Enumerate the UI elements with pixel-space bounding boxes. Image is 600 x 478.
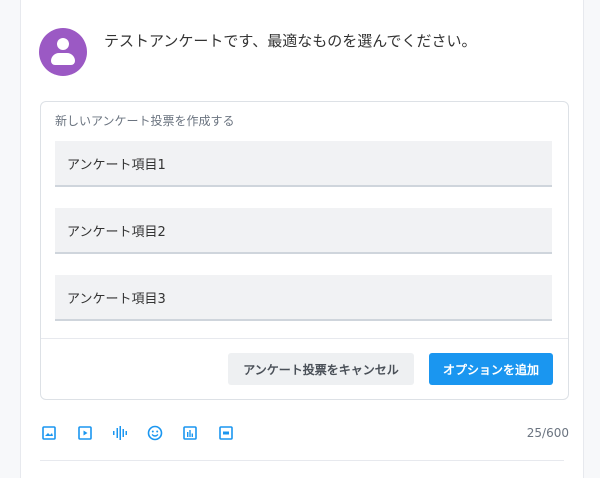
gif-icon[interactable] [218, 425, 234, 441]
poll-question-text[interactable]: テストアンケートです、最適なものを選んでください。 [104, 30, 476, 51]
poll-creation-box: 新しいアンケート投票を作成する アンケート項目1 アンケート項目2 アンケート項… [40, 101, 569, 400]
bottom-divider [40, 460, 564, 461]
post-composer-card: テストアンケートです、最適なものを選んでください。 新しいアンケート投票を作成す… [20, 0, 584, 478]
cancel-poll-button[interactable]: アンケート投票をキャンセル [228, 353, 414, 385]
character-counter: 25/600 [526, 426, 569, 440]
add-option-button[interactable]: オプションを追加 [429, 353, 553, 385]
poll-icon[interactable] [182, 425, 198, 441]
poll-option-input-3[interactable]: アンケート項目3 [55, 275, 552, 321]
avatar [39, 28, 87, 76]
audio-icon[interactable] [112, 425, 128, 441]
poll-option-input-2[interactable]: アンケート項目2 [55, 208, 552, 254]
poll-box-title: 新しいアンケート投票を作成する [55, 114, 235, 128]
video-icon[interactable] [77, 425, 93, 441]
poll-option-input-1[interactable]: アンケート項目1 [55, 141, 552, 187]
poll-divider [41, 338, 568, 339]
emoji-icon[interactable] [147, 425, 163, 441]
image-icon[interactable] [41, 425, 57, 441]
